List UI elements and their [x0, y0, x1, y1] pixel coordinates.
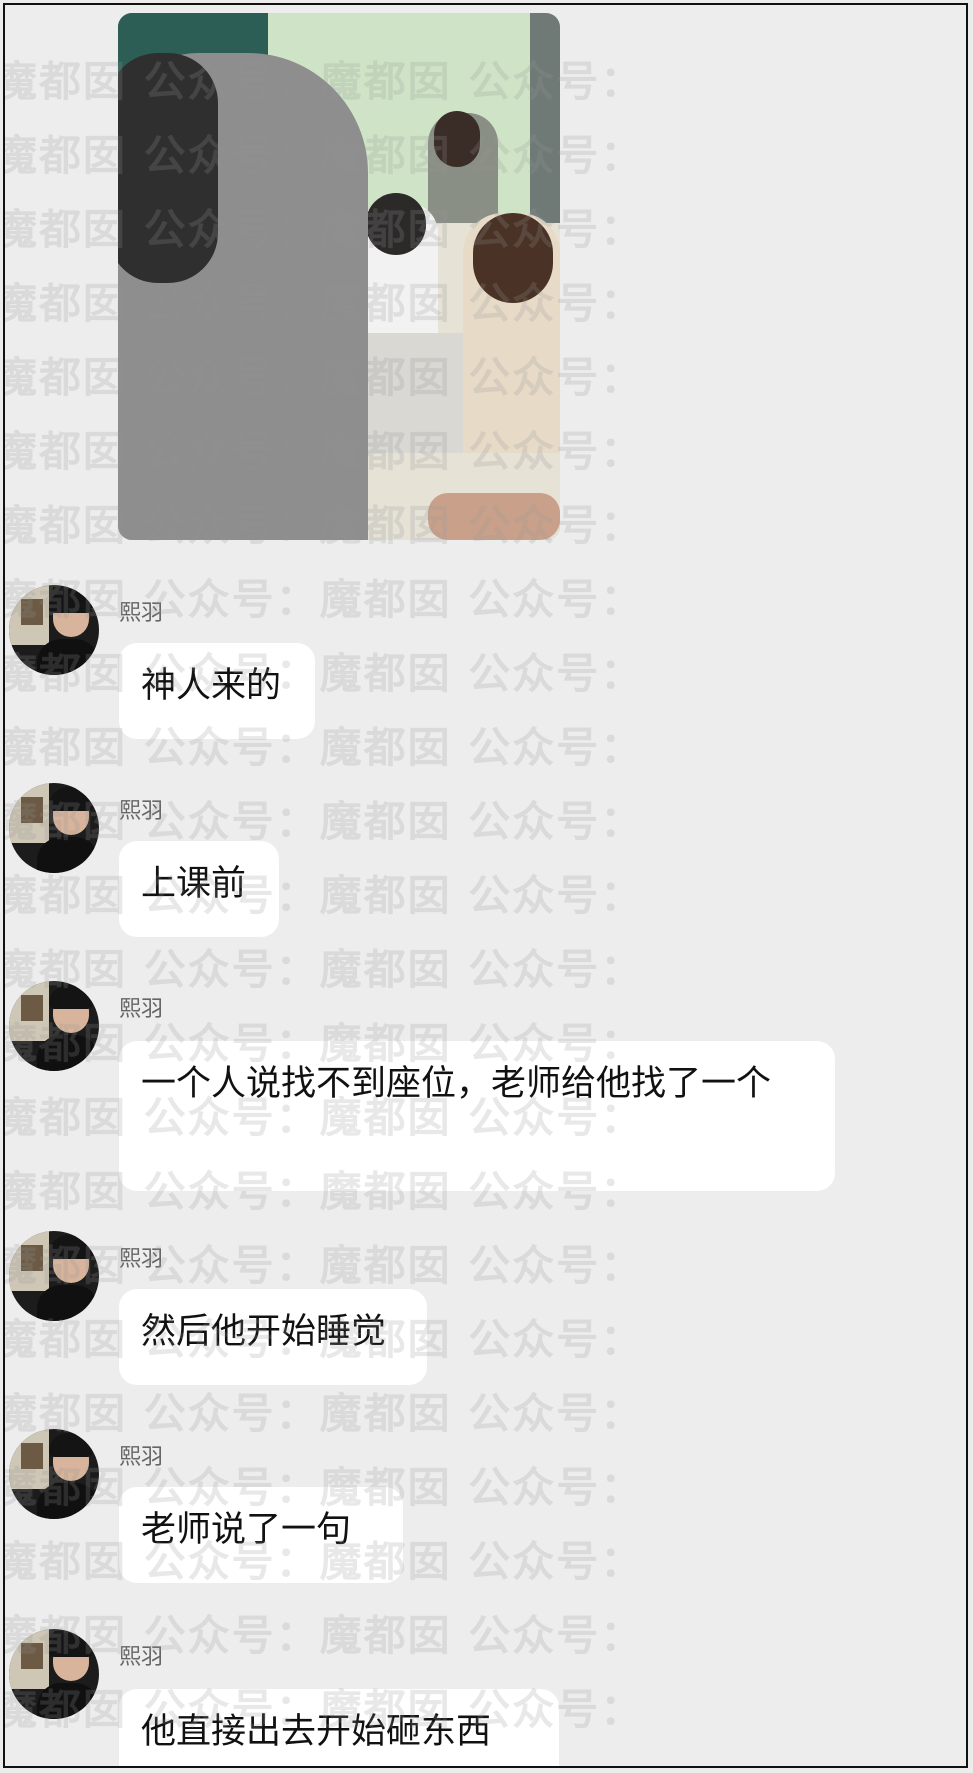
- avatar[interactable]: [9, 981, 99, 1071]
- avatar-body: [37, 639, 99, 675]
- avatar-hair: [49, 589, 93, 613]
- watermark-text: 魔都囡 公众号：魔都囡 公众号：: [3, 649, 645, 698]
- avatar[interactable]: [9, 783, 99, 873]
- avatar-frame: [21, 797, 43, 823]
- watermark-text: 魔都囡 公众号：魔都囡 公众号：: [3, 575, 645, 624]
- foreground-head: [118, 53, 218, 283]
- avatar-hair: [49, 1235, 93, 1259]
- avatar-hair: [49, 1633, 93, 1657]
- message-bubble[interactable]: 老师说了一句: [119, 1487, 403, 1583]
- chat-screen: SP 熙羽 神人来的 熙羽 上课前: [3, 3, 968, 1768]
- watermark-text: 魔都囡 公众号：魔都囡 公众号：: [3, 1389, 645, 1438]
- watermark-text: 魔都囡 公众号：魔都囡 公众号：: [3, 723, 645, 772]
- avatar-hair: [49, 1433, 93, 1457]
- avatar[interactable]: [9, 1429, 99, 1519]
- message-bubble[interactable]: 一个人说找不到座位，老师给他找了一个: [119, 1041, 835, 1191]
- message-bubble[interactable]: 神人来的: [119, 643, 315, 739]
- avatar-hair: [49, 985, 93, 1009]
- teacher-head: [434, 111, 480, 167]
- watermark-text: 魔都囡 公众号：魔都囡 公众号：: [3, 871, 645, 920]
- sender-name: 熙羽: [119, 1645, 164, 1670]
- classroom-photo[interactable]: SP: [118, 13, 560, 540]
- sender-name: 熙羽: [119, 1445, 164, 1470]
- watermark-text: 魔都囡 公众号：魔都囡 公众号：: [3, 797, 645, 846]
- message-bubble[interactable]: 上课前: [119, 841, 279, 937]
- avatar-frame: [21, 1245, 43, 1271]
- avatar[interactable]: [9, 1231, 99, 1321]
- watermark-text: 魔都囡 公众号：魔都囡 公众号：: [3, 945, 645, 994]
- avatar-body: [37, 1683, 99, 1719]
- avatar-frame: [21, 995, 43, 1021]
- message-bubble[interactable]: 他直接出去开始砸东西: [119, 1689, 559, 1766]
- avatar-frame: [21, 1443, 43, 1469]
- sender-name: 熙羽: [119, 997, 164, 1022]
- avatar-frame: [21, 599, 43, 625]
- avatar[interactable]: [9, 1629, 99, 1719]
- avatar[interactable]: [9, 585, 99, 675]
- student-head: [366, 193, 426, 255]
- sender-name: 熙羽: [119, 799, 164, 824]
- student-head-right: [473, 213, 553, 303]
- sender-name: 熙羽: [119, 1247, 164, 1272]
- watermark-text: 魔都囡 公众号：魔都囡 公众号：: [3, 1611, 645, 1660]
- avatar-body: [37, 1285, 99, 1321]
- avatar-hair: [49, 787, 93, 811]
- avatar-body: [37, 837, 99, 873]
- avatar-body: [37, 1483, 99, 1519]
- sender-name: 熙羽: [119, 601, 164, 626]
- avatar-body: [37, 1035, 99, 1071]
- avatar-frame: [21, 1643, 43, 1669]
- hand: [428, 493, 560, 540]
- message-bubble[interactable]: 然后他开始睡觉: [119, 1289, 427, 1385]
